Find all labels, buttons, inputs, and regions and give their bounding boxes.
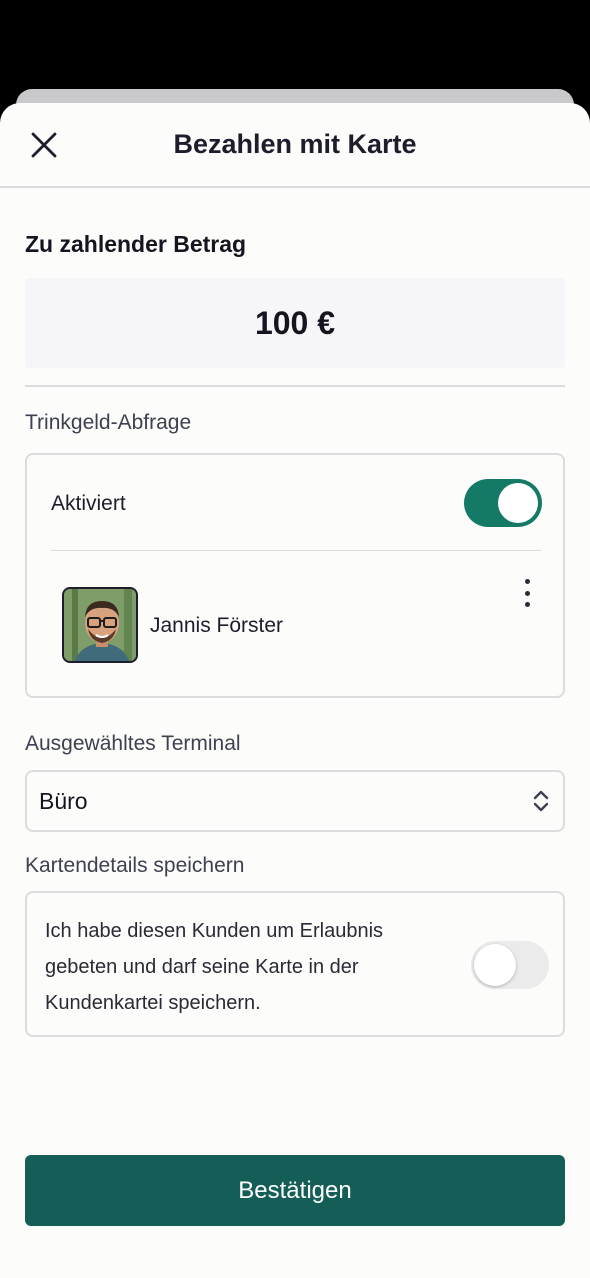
more-vertical-icon: [524, 579, 530, 584]
divider: [25, 385, 565, 387]
divider: [51, 550, 541, 551]
toggle-knob: [474, 944, 516, 986]
amount-title: Zu zahlender Betrag: [25, 231, 247, 257]
tip-section-label: Trinkgeld-Abfrage: [25, 411, 192, 434]
sheet-header: Bezahlen mit Karte: [0, 103, 590, 188]
page-title: Bezahlen mit Karte: [173, 129, 417, 159]
avatar: [62, 587, 138, 663]
toggle-knob: [498, 483, 538, 523]
terminal-selected-value: Büro: [39, 788, 88, 814]
amount-value: 100 €: [254, 304, 336, 341]
avatar-image: [64, 589, 136, 661]
confirm-button[interactable]: Bestätigen: [25, 1155, 565, 1226]
more-options-button[interactable]: [515, 579, 539, 607]
save-card-consent-text: Ich habe diesen Kunden um Erlaubnis gebe…: [45, 920, 384, 1014]
amount-box: 100 €: [25, 278, 565, 368]
terminal-select[interactable]: Büro: [25, 770, 565, 832]
payment-sheet: Bezahlen mit Karte Zu zahlender Betrag 1…: [0, 103, 590, 1278]
staff-name: Jannis Förster: [150, 614, 284, 637]
tip-enabled-label: Aktiviert: [51, 492, 126, 515]
tip-card: Aktiviert Jannis Förster: [25, 453, 565, 698]
terminal-label: Ausgewähltes Terminal: [25, 732, 241, 755]
chevron-up-down-icon: [533, 790, 549, 812]
save-card-toggle[interactable]: [471, 941, 549, 989]
tip-toggle[interactable]: [464, 479, 542, 527]
save-card-label: Kartendetails speichern: [25, 854, 245, 877]
save-card-box: Ich habe diesen Kunden um Erlaubnis gebe…: [25, 891, 565, 1037]
